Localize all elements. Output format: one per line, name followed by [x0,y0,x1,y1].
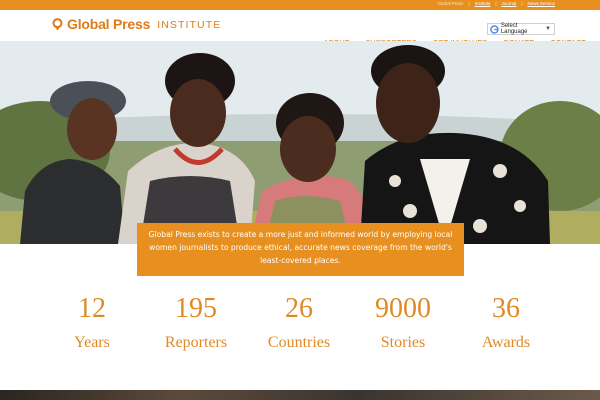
stat-label: Reporters [164,334,228,351]
stat-label: Countries [267,334,331,351]
stat-awards: 36 Awards [451,290,561,354]
divider: | [521,1,523,6]
site-header: Global Press INSTITUTE Select Language ▼… [0,10,600,47]
top-utility-bar: Global Press | Institute | Journal | New… [0,0,600,10]
site-logo[interactable]: Global Press INSTITUTE [52,16,221,32]
stat-countries: 26 Countries [244,290,354,354]
location-pin-icon [52,17,63,30]
stat-label: Years [74,334,110,351]
stats-row: 12 Years 195 Reporters 26 Countries 9000… [0,290,600,370]
chevron-down-icon: ▼ [545,26,551,32]
stat-number: 12 [78,293,106,324]
logo-subtitle: INSTITUTE [157,19,222,31]
top-link-institute[interactable]: Institute [475,1,491,6]
logo-name: Global Press [67,16,151,32]
stat-stories: 9000 Stories [348,290,458,354]
stat-number: 36 [492,293,520,324]
language-select[interactable]: Select Language ▼ [487,23,555,35]
top-link-news-service[interactable]: News Service [527,1,555,6]
stat-number: 26 [285,293,313,324]
hero-photo [0,41,600,244]
stat-reporters: 195 Reporters [141,290,251,354]
top-link-journal[interactable]: Journal [502,1,517,6]
divider: | [468,1,470,6]
language-select-label: Select Language [500,23,528,35]
stat-years: 12 Years [37,290,147,354]
divider: | [495,1,497,6]
stat-label: Stories [380,334,426,351]
google-g-icon [490,24,499,34]
next-section-image-edge [0,390,600,400]
mission-statement: Global Press exists to create a more jus… [137,223,464,276]
stat-label: Awards [481,334,531,351]
top-links: Global Press | Institute | Journal | New… [438,1,555,6]
hero-image-women-journalists [0,41,600,244]
stat-number: 195 [175,293,217,324]
stat-number: 9000 [375,293,431,324]
top-link-global-press[interactable]: Global Press [438,1,464,6]
